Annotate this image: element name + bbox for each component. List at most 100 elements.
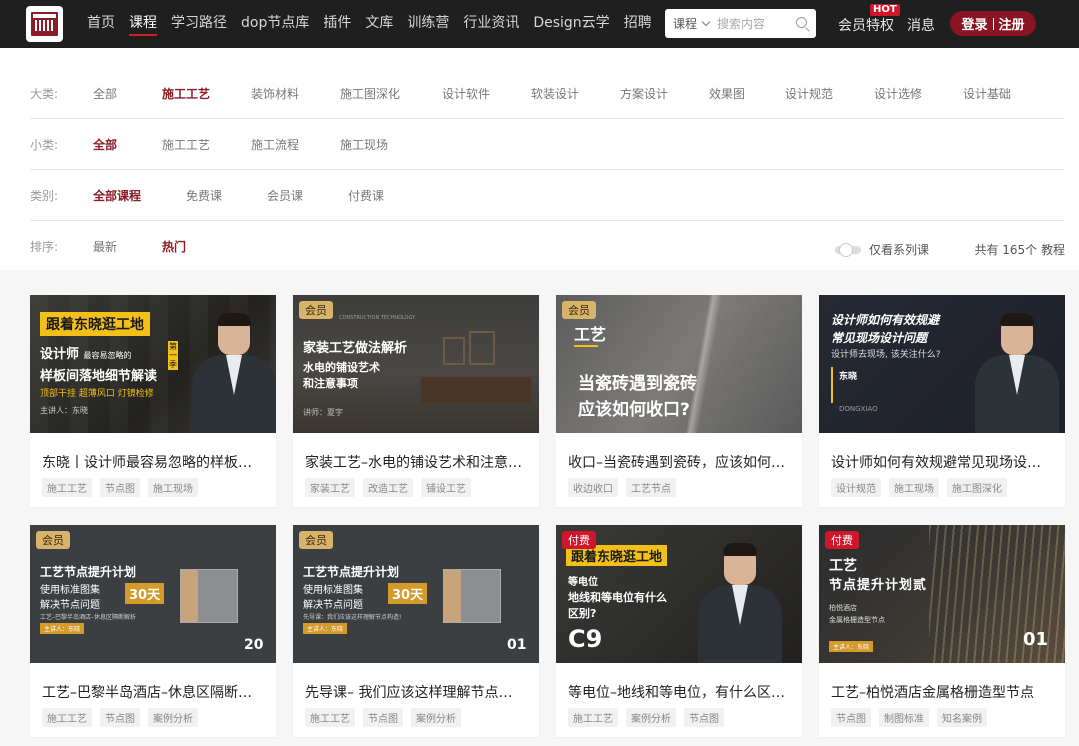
nav-industry-news[interactable]: 行业资讯 — [463, 0, 519, 48]
course-tag[interactable]: 施工现场 — [148, 478, 198, 497]
sort-option-selected[interactable]: 热门 — [162, 238, 186, 255]
filter-option-selected[interactable]: 施工工艺 — [162, 85, 251, 102]
filter-option[interactable]: 全部 — [93, 85, 162, 102]
filter-option[interactable]: 设计软件 — [442, 85, 531, 102]
main-nav: 首页 课程 学习路径 dop节点库 插件 文库 训练营 行业资讯 Design云… — [87, 0, 666, 48]
filter-label: 排序: — [30, 240, 59, 254]
course-title[interactable]: 设计师如何有效规避常见现场设… — [831, 452, 1053, 472]
nav-library[interactable]: 文库 — [365, 0, 393, 48]
course-thumbnail[interactable]: 付费 跟着东晓逛工地 等电位 地线和等电位有什么 区别? C9 — [556, 525, 802, 663]
search-icon[interactable] — [796, 17, 807, 28]
course-tag[interactable]: 节点图 — [684, 708, 724, 727]
filter-option[interactable]: 施工现场 — [340, 136, 388, 153]
course-card[interactable]: 设计师如何有效规避 常见现场设计问题 设计师去现场, 该关注什么? 东晓 DON… — [819, 295, 1065, 507]
course-tag[interactable]: 施工工艺 — [305, 708, 355, 727]
filter-option[interactable]: 效果图 — [709, 85, 785, 102]
filter-option[interactable]: 装饰材料 — [251, 85, 340, 102]
nav-design-cloud[interactable]: Design云学 — [533, 0, 609, 48]
nav-dop-library[interactable]: dop节点库 — [241, 0, 309, 48]
auth-divider — [992, 17, 994, 30]
nav-courses[interactable]: 课程 — [129, 0, 157, 48]
course-tag[interactable]: 铺设工艺 — [421, 478, 471, 497]
thumb-text: 使用标准图集 — [303, 585, 363, 596]
course-thumbnail[interactable]: 会员 工艺节点提升计划 使用标准图集 解决节点问题 30天 先导课：我们应该这样… — [293, 525, 539, 663]
nav-learning-path[interactable]: 学习路径 — [171, 0, 227, 48]
course-tag[interactable]: 案例分析 — [626, 708, 676, 727]
course-card[interactable]: 会员 工艺节点提升计划 使用标准图集 解决节点问题 30天 先导课：我们应该这样… — [293, 525, 539, 737]
course-tag[interactable]: 改造工艺 — [363, 478, 413, 497]
sort-option[interactable]: 最新 — [93, 238, 162, 255]
nav-plugins[interactable]: 插件 — [323, 0, 351, 48]
tag-list: 施工工艺 节点图 案例分析 — [305, 708, 469, 727]
course-card[interactable]: 付费 工艺 节点提升计划贰 柏悦酒店 金属格栅造型节点 主讲人：东晓 01 工艺… — [819, 525, 1065, 737]
search-category-select[interactable]: 课程 — [665, 15, 717, 32]
filter-option[interactable]: 设计基础 — [963, 85, 1011, 102]
messages-link[interactable]: 消息 — [907, 15, 935, 35]
course-title[interactable]: 收口–当瓷砖遇到瓷砖，应该如何… — [568, 452, 790, 472]
filter-option[interactable]: 付费课 — [348, 187, 384, 204]
tag-list: 施工工艺 节点图 案例分析 — [42, 708, 206, 727]
site-logo[interactable] — [26, 6, 63, 42]
course-tag[interactable]: 制图标准 — [879, 708, 929, 727]
filter-option[interactable]: 会员课 — [267, 187, 348, 204]
filter-option[interactable]: 施工流程 — [251, 136, 340, 153]
thumb-text: 先导课：我们应该这样理解节点构造! — [303, 614, 402, 621]
member-privileges-link[interactable]: 会员特权 — [838, 15, 894, 35]
course-tag[interactable]: 施工工艺 — [568, 708, 618, 727]
course-tag[interactable]: 施工现场 — [889, 478, 939, 497]
total-count: 165 — [1002, 243, 1026, 257]
nav-home[interactable]: 首页 — [87, 0, 115, 48]
course-tag[interactable]: 知名案例 — [937, 708, 987, 727]
course-card[interactable]: 会员 工艺 当瓷砖遇到瓷砖 应该如何收口? 收口–当瓷砖遇到瓷砖，应该如何… 收… — [556, 295, 802, 507]
course-card[interactable]: 会员 家装工艺做法解析 水电的铺设艺术 和注意事项 讲师：夏宇 CONSTRUC… — [293, 295, 539, 507]
course-title[interactable]: 东晓丨设计师最容易忽略的样板… — [42, 452, 264, 472]
course-thumbnail[interactable]: 会员 家装工艺做法解析 水电的铺设艺术 和注意事项 讲师：夏宇 CONSTRUC… — [293, 295, 539, 433]
nav-training-camp[interactable]: 训练营 — [407, 0, 449, 48]
course-tag[interactable]: 案例分析 — [411, 708, 461, 727]
course-tag[interactable]: 节点图 — [100, 708, 140, 727]
course-tag[interactable]: 设计规范 — [831, 478, 881, 497]
filter-option-selected[interactable]: 全部 — [93, 136, 162, 153]
course-thumbnail[interactable]: 会员 工艺 当瓷砖遇到瓷砖 应该如何收口? — [556, 295, 802, 433]
nav-jobs[interactable]: 招聘 — [624, 0, 652, 48]
course-tag[interactable]: 收边收口 — [568, 478, 618, 497]
course-thumbnail[interactable]: 会员 工艺节点提升计划 使用标准图集 解决节点问题 30天 工艺–巴黎半岛酒店–… — [30, 525, 276, 663]
frame-decoration — [443, 337, 465, 365]
thumb-text: 柏悦酒店 — [829, 604, 857, 612]
course-tag[interactable]: 节点图 — [100, 478, 140, 497]
course-title[interactable]: 先导课– 我们应该这样理解节点… — [305, 682, 527, 702]
thumb-text: 样板间落地细节解读 — [40, 369, 158, 384]
filter-option[interactable]: 软装设计 — [531, 85, 620, 102]
course-tag[interactable]: 家装工艺 — [305, 478, 355, 497]
course-tag[interactable]: 案例分析 — [148, 708, 198, 727]
course-thumbnail[interactable]: 付费 工艺 节点提升计划贰 柏悦酒店 金属格栅造型节点 主讲人：东晓 01 — [819, 525, 1065, 663]
course-tag[interactable]: 工艺节点 — [626, 478, 676, 497]
course-tag[interactable]: 施工工艺 — [42, 708, 92, 727]
course-tag[interactable]: 节点图 — [363, 708, 403, 727]
filter-option[interactable]: 免费课 — [186, 187, 267, 204]
toggle-switch[interactable] — [834, 242, 861, 257]
course-card[interactable]: 付费 跟着东晓逛工地 等电位 地线和等电位有什么 区别? C9 等电位–地线和等… — [556, 525, 802, 737]
paid-badge: 付费 — [825, 531, 859, 549]
course-card[interactable]: 跟着东晓逛工地 设计师 最容易忽略的 第一季 样板间落地细节解读 顶部干挂 超薄… — [30, 295, 276, 507]
filter-option[interactable]: 施工工艺 — [162, 136, 251, 153]
course-title[interactable]: 工艺–巴黎半岛酒店–休息区隔断… — [42, 682, 264, 702]
filter-option[interactable]: 施工图深化 — [340, 85, 442, 102]
login-button[interactable]: 登录 — [961, 14, 987, 33]
course-thumbnail[interactable]: 设计师如何有效规避 常见现场设计问题 设计师去现场, 该关注什么? 东晓 DON… — [819, 295, 1065, 433]
course-card[interactable]: 会员 工艺节点提升计划 使用标准图集 解决节点问题 30天 工艺–巴黎半岛酒店–… — [30, 525, 276, 737]
course-tag[interactable]: 施工工艺 — [42, 478, 92, 497]
course-thumbnail[interactable]: 跟着东晓逛工地 设计师 最容易忽略的 第一季 样板间落地细节解读 顶部干挂 超薄… — [30, 295, 276, 433]
course-tag[interactable]: 施工图深化 — [947, 478, 1007, 497]
course-title[interactable]: 家装工艺–水电的铺设艺术和注意… — [305, 452, 527, 472]
course-title[interactable]: 工艺–柏悦酒店金属格栅造型节点 — [831, 682, 1053, 702]
search-input[interactable] — [717, 16, 790, 31]
course-title[interactable]: 等电位–地线和等电位，有什么区… — [568, 682, 790, 702]
series-only-toggle[interactable]: 仅看系列课 — [834, 241, 929, 258]
register-button[interactable]: 注册 — [999, 14, 1025, 33]
filter-option-selected[interactable]: 全部课程 — [93, 187, 186, 204]
filter-option[interactable]: 设计选修 — [874, 85, 963, 102]
filter-option[interactable]: 方案设计 — [620, 85, 709, 102]
filter-option[interactable]: 设计规范 — [785, 85, 874, 102]
course-tag[interactable]: 节点图 — [831, 708, 871, 727]
